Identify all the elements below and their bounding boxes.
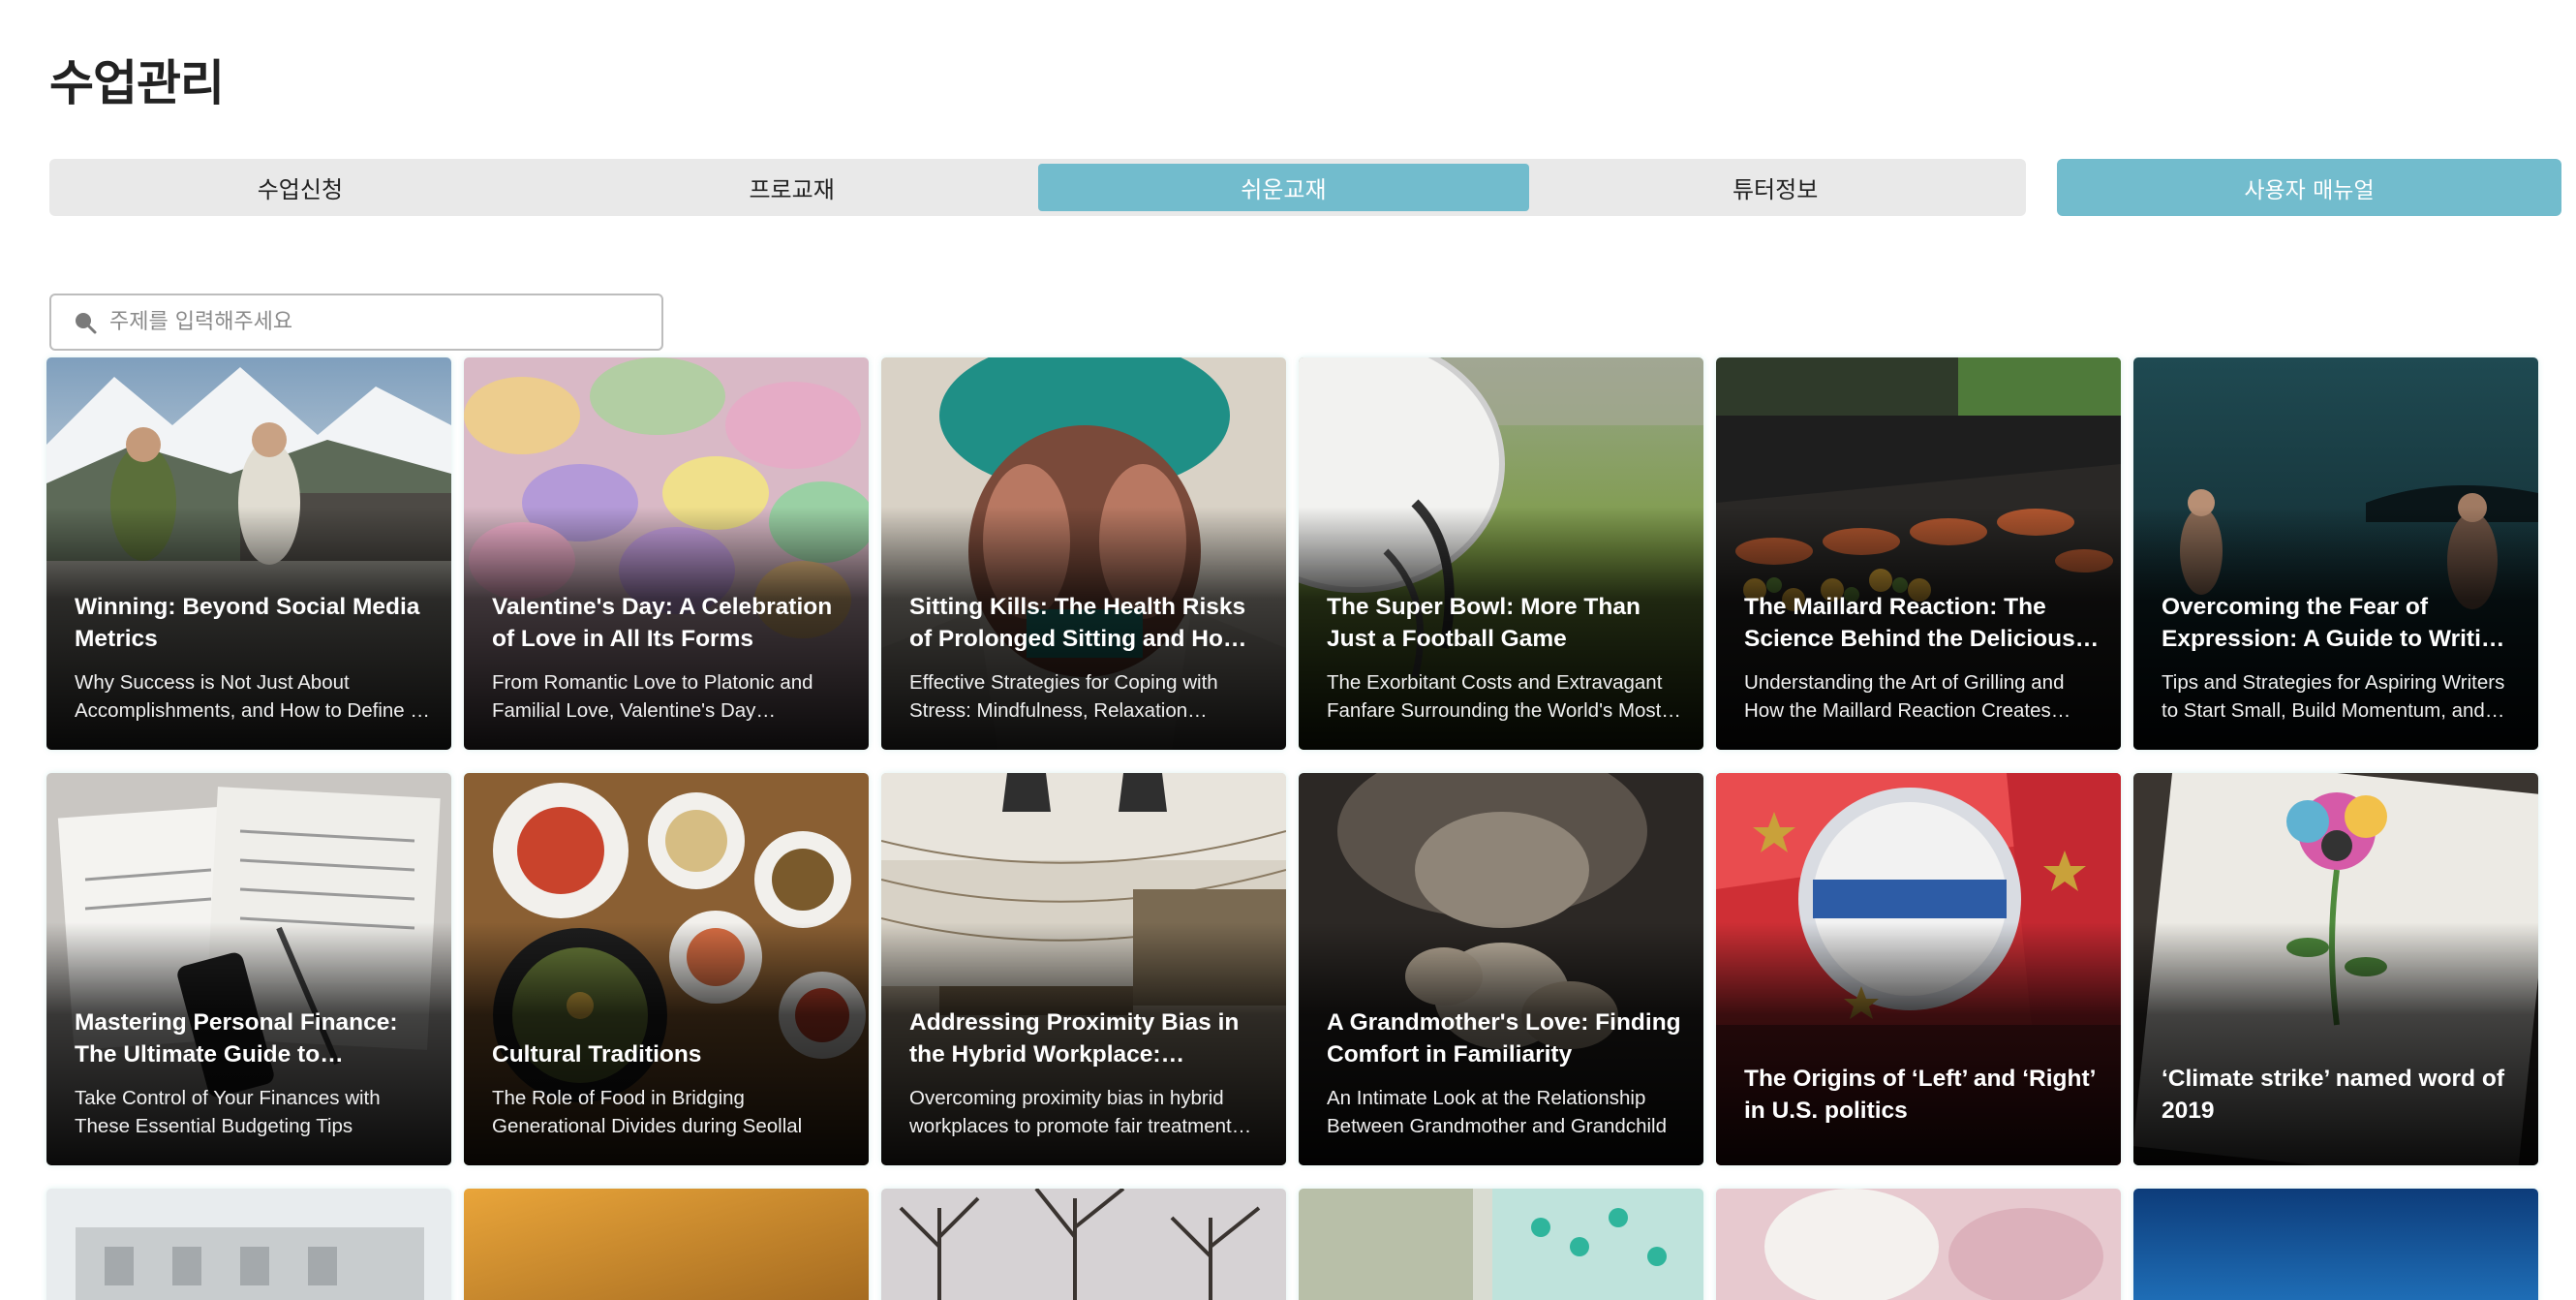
material-card-partial[interactable] — [1716, 1189, 2121, 1300]
card-text: The Super Bowl: More Than Just a Footbal… — [1327, 591, 1682, 725]
user-manual-button[interactable]: 사용자 매뉴얼 — [2057, 159, 2561, 216]
card-text: Addressing Proximity Bias in the Hybrid … — [909, 1006, 1265, 1140]
card-image-money-pills — [1299, 1189, 1703, 1300]
card-subtitle: Overcoming proximity bias in hybrid work… — [909, 1087, 1252, 1137]
card-subtitle: From Romantic Love to Platonic and Famil… — [492, 671, 813, 722]
card-subtitle: The Role of Food in Bridging Generationa… — [492, 1087, 803, 1137]
card-title: Overcoming the Fear of Expression: A Gui… — [2162, 594, 2510, 652]
card-title: Mastering Personal Finance: The Ultimate… — [75, 1009, 398, 1068]
material-card-left-and-right[interactable]: The Origins of ‘Left’ and ‘Right’ in U.S… — [1716, 773, 2121, 1165]
card-image-building — [46, 1189, 451, 1300]
tab-class-application[interactable]: 수업신청 — [54, 164, 546, 211]
card-image-pink-fabric — [1716, 1189, 2121, 1300]
material-card-partial[interactable] — [46, 1189, 451, 1300]
card-text: Cultural Traditions The Role of Food in … — [492, 1038, 847, 1140]
material-card-climate-strike[interactable]: ‘Climate strike’ named word of 2019 — [2133, 773, 2538, 1165]
material-card-personal-finance[interactable]: Mastering Personal Finance: The Ultimate… — [46, 773, 451, 1165]
card-title: ‘Climate strike’ named word of 2019 — [2162, 1066, 2504, 1124]
card-text: ‘Climate strike’ named word of 2019 — [2162, 1063, 2517, 1127]
material-card-maillard-reaction[interactable]: The Maillard Reaction: The Science Behin… — [1716, 357, 2121, 750]
material-card-partial[interactable] — [2133, 1189, 2538, 1300]
card-text: Winning: Beyond Social Media Metrics Why… — [75, 591, 430, 725]
card-title: Cultural Traditions — [492, 1041, 702, 1068]
card-overlay — [2133, 921, 2538, 1165]
card-title: Addressing Proximity Bias in the Hybrid … — [909, 1009, 1240, 1068]
card-text: The Maillard Reaction: The Science Behin… — [1744, 591, 2100, 725]
card-title: The Maillard Reaction: The Science Behin… — [1744, 594, 2100, 652]
card-title: Sitting Kills: The Health Risks of Prolo… — [909, 594, 1246, 652]
tab-pro-materials[interactable]: 프로교재 — [546, 164, 1038, 211]
material-card-overcoming-fear[interactable]: Overcoming the Fear of Expression: A Gui… — [2133, 357, 2538, 750]
card-subtitle: Understanding the Art of Grilling and Ho… — [1744, 671, 2071, 722]
card-title: The Origins of ‘Left’ and ‘Right’ in U.S… — [1744, 1066, 2096, 1124]
material-card-winning[interactable]: Winning: Beyond Social Media Metrics Why… — [46, 357, 451, 750]
card-title: A Grandmother's Love: Finding Comfort in… — [1327, 1009, 1681, 1068]
material-card-partial[interactable] — [464, 1189, 869, 1300]
card-subtitle: Effective Strategies for Coping with Str… — [909, 671, 1218, 722]
card-title: The Super Bowl: More Than Just a Footbal… — [1327, 594, 1641, 652]
search-icon — [69, 306, 102, 339]
material-card-super-bowl[interactable]: The Super Bowl: More Than Just a Footbal… — [1299, 357, 1703, 750]
card-text: Overcoming the Fear of Expression: A Gui… — [2162, 591, 2517, 725]
card-text: The Origins of ‘Left’ and ‘Right’ in U.S… — [1744, 1063, 2100, 1127]
material-card-proximity-bias[interactable]: Addressing Proximity Bias in the Hybrid … — [881, 773, 1286, 1165]
material-card-grid: Winning: Beyond Social Media Metrics Why… — [46, 357, 2553, 1300]
card-subtitle: An Intimate Look at the Relationship Bet… — [1327, 1087, 1667, 1137]
material-card-cultural-traditions[interactable]: Cultural Traditions The Role of Food in … — [464, 773, 869, 1165]
material-card-sitting-kills[interactable]: Sitting Kills: The Health Risks of Prolo… — [881, 357, 1286, 750]
card-subtitle: Tips and Strategies for Aspiring Writers… — [2162, 671, 2505, 722]
search-field[interactable] — [49, 294, 663, 351]
page-title: 수업관리 — [49, 55, 225, 111]
card-image-bare-trees — [881, 1189, 1286, 1300]
card-text: A Grandmother's Love: Finding Comfort in… — [1327, 1006, 1682, 1140]
card-title: Winning: Beyond Social Media Metrics — [75, 594, 420, 652]
card-subtitle: The Exorbitant Costs and Extravagant Fan… — [1327, 671, 1681, 722]
class-management-page: 수업관리 수업신청 프로교재 쉬운교재 튜터정보 사용자 매뉴얼 주제를 입력해… — [0, 0, 2576, 1300]
material-card-valentines-day[interactable]: Valentine's Day: A Celebration of Love i… — [464, 357, 869, 750]
main-tab-bar: 수업신청 프로교재 쉬운교재 튜터정보 — [49, 159, 2026, 216]
card-image-orange-sky — [464, 1189, 869, 1300]
search-input[interactable] — [109, 310, 652, 334]
card-image-blue-sky — [2133, 1189, 2538, 1300]
tab-tutor-info[interactable]: 튜터정보 — [1529, 164, 2021, 211]
material-card-grandmothers-love[interactable]: A Grandmother's Love: Finding Comfort in… — [1299, 773, 1703, 1165]
material-card-partial[interactable] — [881, 1189, 1286, 1300]
material-card-partial[interactable] — [1299, 1189, 1703, 1300]
card-subtitle: Take Control of Your Finances with These… — [75, 1087, 381, 1137]
card-text: Sitting Kills: The Health Risks of Prolo… — [909, 591, 1265, 725]
card-text: Mastering Personal Finance: The Ultimate… — [75, 1006, 430, 1140]
card-overlay — [1716, 921, 2121, 1165]
card-text: Valentine's Day: A Celebration of Love i… — [492, 591, 847, 725]
card-subtitle: Why Success is Not Just About Accomplish… — [75, 671, 430, 722]
tab-easy-materials[interactable]: 쉬운교재 — [1037, 164, 1530, 211]
card-title: Valentine's Day: A Celebration of Love i… — [492, 594, 833, 652]
